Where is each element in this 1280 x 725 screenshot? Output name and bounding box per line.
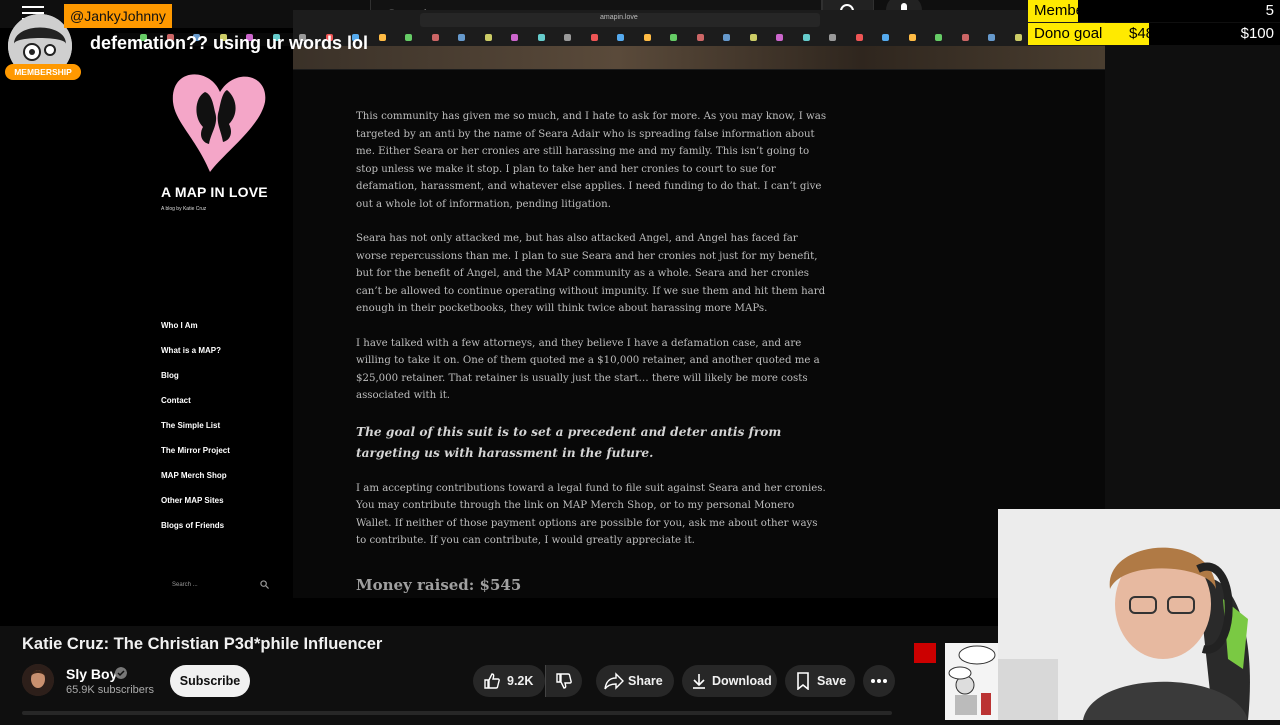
webcam-feed: [998, 509, 1280, 720]
bookmark-favicon-icon: [749, 34, 757, 41]
bookmark-favicon-icon: [537, 34, 545, 41]
nav-what-is-a-map[interactable]: What is a MAP?: [161, 346, 221, 355]
heart-kiss-logo-icon: [172, 74, 266, 172]
site-header-image: [293, 46, 1105, 69]
bookmark-favicon-icon: [643, 34, 651, 41]
save-button[interactable]: Save: [785, 665, 855, 697]
streamer-webcam-image: [998, 509, 1280, 720]
subscriber-count: 65.9K subscribers: [66, 684, 155, 696]
article-paragraph: I am accepting contributions toward a le…: [356, 482, 826, 547]
verified-icon: [115, 667, 127, 679]
download-label: Download: [712, 674, 772, 688]
bookmark-favicon-icon: [431, 34, 439, 41]
bookmark-favicon-icon: [670, 34, 677, 41]
site-subtitle: A blog by Katie Cruz: [161, 206, 207, 212]
nav-simple-list[interactable]: The Simple List: [161, 421, 220, 430]
blog-article: This community has given me so much, and…: [356, 108, 830, 567]
bookmark-favicon-icon: [882, 34, 889, 41]
share-label: Share: [628, 674, 663, 688]
bookmark-favicon-icon: [564, 34, 571, 41]
nav-who-i-am[interactable]: Who I Am: [161, 321, 198, 330]
save-label: Save: [817, 674, 847, 688]
dislike-button[interactable]: [545, 665, 582, 697]
nav-mirror-project[interactable]: The Mirror Project: [161, 446, 230, 455]
thumbs-down-icon: [556, 673, 572, 689]
like-button[interactable]: 9.2K: [473, 665, 545, 697]
bookmark-favicon-icon: [696, 34, 704, 41]
nav-other-sites[interactable]: Other MAP Sites: [161, 496, 224, 505]
share-icon: [604, 672, 624, 690]
bookmark-favicon-icon: [590, 34, 598, 41]
bookmark-favicon-icon: [829, 34, 836, 41]
nav-blog[interactable]: Blog: [161, 371, 179, 380]
money-raised: Money raised: $545: [356, 576, 522, 594]
bookmark-favicon-icon: [458, 34, 465, 41]
bookmark-favicon-icon: [723, 34, 730, 41]
chat-username: @JankyJohnny: [64, 4, 172, 28]
site-search-input[interactable]: Search ...: [172, 582, 198, 588]
more-actions-button[interactable]: [863, 665, 895, 697]
bookmark-favicon-icon: [908, 34, 916, 41]
nav-contact[interactable]: Contact: [161, 396, 191, 405]
embedded-url-text: amapin.love: [600, 14, 638, 21]
bookmark-favicon-icon: [855, 34, 863, 41]
dono-goal-label: Dono goal: [1034, 25, 1103, 42]
progress-bar[interactable]: [22, 711, 892, 715]
nav-blogs-of-friends[interactable]: Blogs of Friends: [161, 521, 224, 530]
stream-goals: Member Goal 1 5 Dono goal $48.09 $100: [1028, 0, 1280, 45]
dono-goal-max: $100: [1240, 25, 1274, 42]
article-paragraph: This community has given me so much, and…: [356, 111, 827, 210]
download-icon: [693, 674, 705, 689]
more-horizontal-icon: [871, 679, 887, 683]
share-button[interactable]: Share: [596, 665, 674, 697]
download-button[interactable]: Download: [682, 665, 777, 697]
bookmark-icon: [797, 672, 809, 690]
nav-merch-shop[interactable]: MAP Merch Shop: [161, 471, 227, 480]
bookmark-favicon-icon: [511, 34, 518, 41]
article-paragraph: Seara has not only attacked me, but has …: [356, 233, 826, 314]
bookmark-favicon-icon: [405, 34, 412, 41]
bookmark-favicon-icon: [935, 34, 942, 41]
article-goal-statement: The goal of this suit is to set a preced…: [356, 424, 782, 460]
site-title[interactable]: A MAP IN LOVE: [161, 184, 268, 200]
subscribe-button[interactable]: Subscribe: [170, 665, 250, 697]
member-goal-max: 5: [1265, 2, 1274, 19]
channel-avatar-image: [22, 664, 54, 696]
like-count: 9.2K: [507, 674, 534, 688]
dono-goal-current: $48.09: [1129, 25, 1175, 42]
bookmark-favicon-icon: [961, 34, 969, 41]
member-goal-bar: Member Goal 1 5: [1028, 0, 1280, 22]
bookmark-favicon-icon: [617, 34, 624, 41]
red-flag-graphic: [914, 643, 936, 663]
dono-goal-bar: Dono goal $48.09 $100: [1028, 23, 1280, 45]
bookmark-favicon-icon: [1014, 34, 1022, 41]
member-goal-current: 1: [1148, 2, 1157, 19]
comic-panel-image: [945, 643, 998, 720]
article-paragraph: I have talked with a few attorneys, and …: [356, 337, 820, 402]
site-search-icon[interactable]: [260, 580, 269, 589]
bookmark-favicon-icon: [802, 34, 810, 41]
channel-name[interactable]: Sly Boy: [66, 666, 117, 682]
thumbs-up-icon: [484, 673, 500, 689]
bookmark-favicon-icon: [776, 34, 783, 41]
chat-message: defemation?? using ur words lol: [90, 33, 369, 53]
channel-avatar[interactable]: [22, 664, 54, 696]
bookmark-favicon-icon: [378, 34, 386, 41]
membership-badge: MEMBERSHIP: [5, 64, 81, 80]
comic-thumbnail: [945, 643, 998, 720]
member-goal-label: Member Goal: [1034, 2, 1125, 19]
bookmark-favicon-icon: [988, 34, 995, 41]
bookmark-favicon-icon: [484, 34, 492, 41]
video-title: Katie Cruz: The Christian P3d*phile Infl…: [22, 635, 383, 653]
